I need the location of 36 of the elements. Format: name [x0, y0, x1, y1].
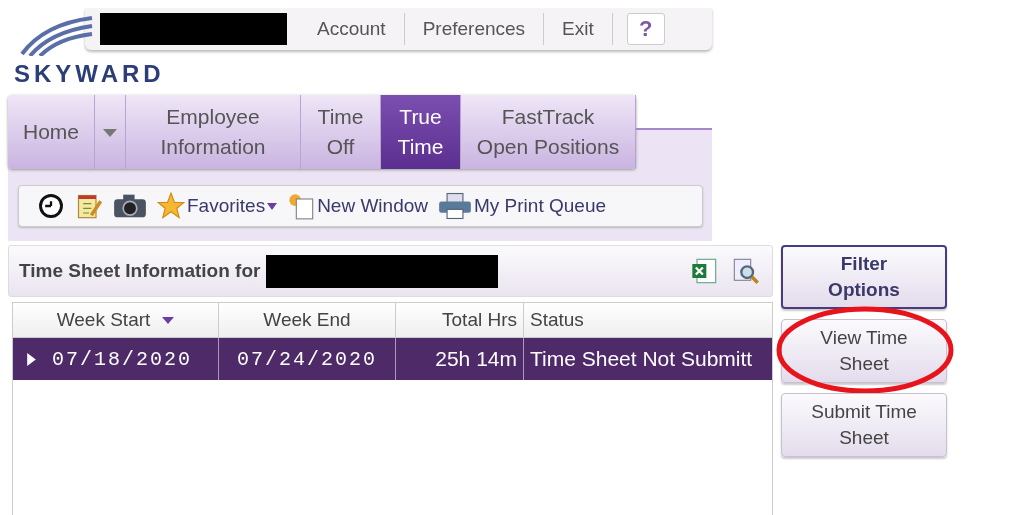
table-cell: 07/24/2020	[237, 347, 377, 371]
table-cell: 07/18/2020	[52, 347, 193, 371]
sort-icon	[162, 316, 175, 324]
camera-icon[interactable]	[113, 192, 147, 220]
expand-icon[interactable]	[27, 352, 36, 366]
favorites-button[interactable]: Favorites	[157, 192, 278, 220]
nav-tab[interactable]: Home	[8, 95, 96, 169]
top-link[interactable]: Account	[299, 13, 405, 45]
panel-title: Time Sheet Information for	[19, 260, 261, 282]
new-window-button[interactable]: New Window	[287, 192, 428, 220]
action-button[interactable]: Submit Time Sheet	[781, 393, 947, 457]
spreadsheet-icon[interactable]	[690, 257, 718, 285]
print-queue-button[interactable]: My Print Queue	[438, 192, 606, 220]
caret-icon	[267, 202, 278, 210]
notepad-icon[interactable]	[75, 192, 103, 220]
column-header[interactable]: Week End	[219, 303, 396, 338]
star-icon	[157, 192, 185, 220]
new-window-icon	[287, 192, 316, 220]
table-row[interactable]: 07/18/2020 07/24/2020 25h 14m Time Sheet Not Submitt	[13, 338, 772, 380]
action-button[interactable]: View Time Sheet	[781, 319, 947, 383]
top-link[interactable]: Exit	[544, 13, 613, 45]
print-preview-icon[interactable]	[732, 257, 760, 285]
printer-icon	[438, 192, 472, 220]
table-cell: 25h 14m	[435, 347, 517, 371]
table-cell: Time Sheet Not Submitt	[530, 347, 753, 371]
column-header[interactable]: Total Hrs	[396, 303, 524, 338]
logo: SKYWARD	[14, 60, 165, 88]
help-button[interactable]: ?	[626, 13, 665, 45]
nav-tab[interactable]: Employee Information	[126, 95, 302, 169]
column-header[interactable]: Week Start	[13, 303, 219, 338]
caret-icon	[103, 128, 118, 137]
nav-tab[interactable]: True Time	[381, 95, 462, 169]
clock-icon[interactable]	[37, 192, 65, 220]
top-link[interactable]: Preferences	[404, 13, 545, 45]
nav-tab[interactable]: FastTrack Open Positions	[461, 95, 637, 169]
action-button[interactable]: Filter Options	[781, 245, 947, 309]
